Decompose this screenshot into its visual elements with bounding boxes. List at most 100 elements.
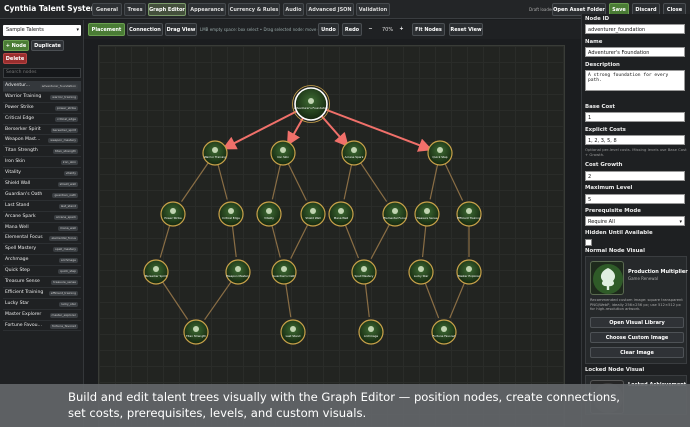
- undo-button[interactable]: Undo: [318, 23, 339, 36]
- graph-node[interactable]: Efficient Training: [456, 201, 482, 227]
- graph-node-label: Guardian's Oath: [273, 274, 296, 278]
- node-list-item[interactable]: Power Strike power_strike: [3, 103, 81, 114]
- clear-image-button[interactable]: Clear Image: [590, 347, 684, 358]
- graph-canvas[interactable]: Adventurer's Foundation Warrior Training I…: [98, 45, 565, 427]
- redo-button[interactable]: Redo: [342, 23, 362, 36]
- node-id-field[interactable]: adventurer_foundation: [585, 24, 685, 34]
- graph-node[interactable]: Quick Step: [427, 140, 453, 166]
- graph-node[interactable]: Master Explorer: [456, 259, 482, 285]
- visual-thumbnail[interactable]: [590, 261, 624, 295]
- node-id-badge: arcane_spark: [53, 214, 78, 220]
- node-list-item[interactable]: Weapon Mast... weapon_mastery: [3, 135, 81, 147]
- talent-icon: [235, 266, 241, 272]
- delete-button[interactable]: Delete: [3, 53, 27, 64]
- node-list-label: Elemental Focus: [5, 235, 43, 241]
- graph-node-selected[interactable]: Adventurer's Foundation: [292, 85, 330, 123]
- node-list-item[interactable]: Arcane Spark arcane_spark: [3, 212, 81, 223]
- graph-node[interactable]: Fortune Favored: [431, 319, 457, 345]
- graph-node-label: Vitality: [264, 216, 274, 220]
- graph-node-label: Treasure Sense: [415, 216, 437, 220]
- node-list-item[interactable]: Critical Edge critical_edge: [3, 114, 81, 125]
- tab-trees[interactable]: Trees: [124, 3, 146, 16]
- graph-node[interactable]: Last Stand: [280, 319, 306, 345]
- node-list-item[interactable]: Lucky Star lucky_star: [3, 299, 81, 310]
- graph-node[interactable]: Power Strike: [160, 201, 186, 227]
- graph-node[interactable]: Warrior Training: [202, 140, 228, 166]
- node-list-item[interactable]: Titan Strength titan_strength: [3, 146, 81, 158]
- node-list-item[interactable]: Warrior Training warrior_training: [3, 92, 81, 103]
- graph-node-label: Last Stand: [286, 334, 301, 338]
- explicit-costs-field[interactable]: 1, 2, 3, 5, 8: [585, 135, 685, 145]
- node-id-badge: quick_step: [57, 269, 78, 275]
- duplicate-button[interactable]: Duplicate: [31, 40, 64, 51]
- node-list-label: Power Strike: [5, 104, 34, 110]
- graph-node[interactable]: Titan Strength: [183, 319, 209, 345]
- graph-node[interactable]: Shield Wall: [300, 201, 326, 227]
- base-cost-field[interactable]: 1: [585, 112, 685, 122]
- node-list-item[interactable]: Mana Well mana_well: [3, 223, 81, 234]
- tab-advanced-json[interactable]: Advanced JSON: [306, 3, 354, 16]
- node-list-item[interactable]: Treasure Sense treasure_sense: [3, 277, 81, 288]
- graph-node-label: Warrior Training: [204, 155, 226, 159]
- hidden-until-available-checkbox[interactable]: [585, 239, 592, 246]
- prereq-mode-label: Prerequisite Mode: [585, 208, 641, 214]
- node-list-item[interactable]: Efficient Training efficient_training: [3, 288, 81, 299]
- prereq-mode-select[interactable]: Require All: [585, 216, 685, 227]
- node-list-item[interactable]: Shield Wall shield_wall: [3, 179, 81, 190]
- graph-node[interactable]: Treasure Sense: [414, 201, 440, 227]
- node-list-item[interactable]: Archmage archmage: [3, 255, 81, 267]
- graph-node[interactable]: Arcane Spark: [341, 140, 367, 166]
- node-list-item[interactable]: Quick Step quick_step: [3, 266, 81, 278]
- tab-general[interactable]: General: [92, 3, 122, 16]
- talent-icon: [338, 208, 344, 214]
- choose-custom-image-button[interactable]: Choose Custom Image: [590, 332, 684, 343]
- search-input[interactable]: Search nodes: [3, 68, 81, 78]
- graph-node[interactable]: Guardian's Oath: [271, 259, 297, 285]
- node-list-item[interactable]: Spell Mastery spell_mastery: [3, 244, 81, 256]
- fit-nodes-button[interactable]: Fit Nodes: [412, 23, 445, 36]
- node-id-badge: weapon_mastery: [48, 138, 78, 144]
- node-list-item[interactable]: Elemental Focus elemental_focus: [3, 233, 81, 245]
- zoom-in-button[interactable]: +: [396, 23, 407, 36]
- graph-node[interactable]: Critical Edge: [218, 201, 244, 227]
- node-list-item[interactable]: Fortune Favou... fortune_favored: [3, 321, 81, 332]
- node-list-item[interactable]: Iron Skin iron_skin: [3, 157, 81, 169]
- node-list-label: Master Explorer: [5, 311, 42, 317]
- tree-select[interactable]: Sample Talents: [3, 25, 81, 36]
- drag-view-button[interactable]: Drag View: [165, 23, 197, 36]
- open-visual-library-button[interactable]: Open Visual Library: [590, 317, 684, 328]
- graph-node[interactable]: Mana Well: [328, 201, 354, 227]
- max-level-field[interactable]: 5: [585, 194, 685, 204]
- node-list-item[interactable]: Master Explorer master_explorer: [3, 310, 81, 321]
- tab-audio[interactable]: Audio: [283, 3, 304, 16]
- node-list-item[interactable]: Vitality vitality: [3, 168, 81, 180]
- talent-graph[interactable]: Adventurer's Foundation Warrior Training I…: [99, 46, 566, 427]
- node-list-item[interactable]: Adventur... adventurer_foundation: [3, 81, 81, 92]
- add-node-button[interactable]: + Node: [3, 40, 29, 51]
- locked-visual-label: Locked Node Visual: [585, 367, 645, 373]
- node-list-item[interactable]: Berserker Spirit berserker_spirit: [3, 125, 81, 136]
- reset-view-button[interactable]: Reset View: [449, 23, 483, 36]
- max-level-label: Maximum Level: [585, 185, 633, 191]
- graph-node-label: Arcane Spark: [345, 155, 364, 159]
- graph-node[interactable]: Archmage: [358, 319, 384, 345]
- graph-node[interactable]: Berserker Spirit: [143, 259, 169, 285]
- node-list-item[interactable]: Last Stand last_stand: [3, 201, 81, 212]
- tab-appearance[interactable]: Appearance: [188, 3, 226, 16]
- graph-node[interactable]: Spell Mastery: [351, 259, 377, 285]
- tab-validation[interactable]: Validation: [356, 3, 390, 16]
- placement-mode-button[interactable]: Placement: [88, 23, 125, 36]
- description-field[interactable]: A strong foundation for every path.: [585, 70, 685, 91]
- zoom-out-button[interactable]: −: [365, 23, 376, 36]
- cost-growth-field[interactable]: 2: [585, 171, 685, 181]
- graph-node[interactable]: Weapon Mastery: [225, 259, 251, 285]
- tab-currency-rules[interactable]: Currency & Rules: [228, 3, 280, 16]
- graph-node[interactable]: Vitality: [256, 201, 282, 227]
- graph-node[interactable]: Elemental Focus: [382, 201, 408, 227]
- connection-mode-button[interactable]: Connection: [127, 23, 163, 36]
- node-list-item[interactable]: Guardian's Oath guardian_oath: [3, 190, 81, 201]
- name-field[interactable]: Adventurer's Foundation: [585, 47, 685, 57]
- tab-graph-editor[interactable]: Graph Editor: [148, 3, 186, 16]
- graph-node[interactable]: Lucky Star: [408, 259, 434, 285]
- graph-node[interactable]: Iron Skin: [270, 140, 296, 166]
